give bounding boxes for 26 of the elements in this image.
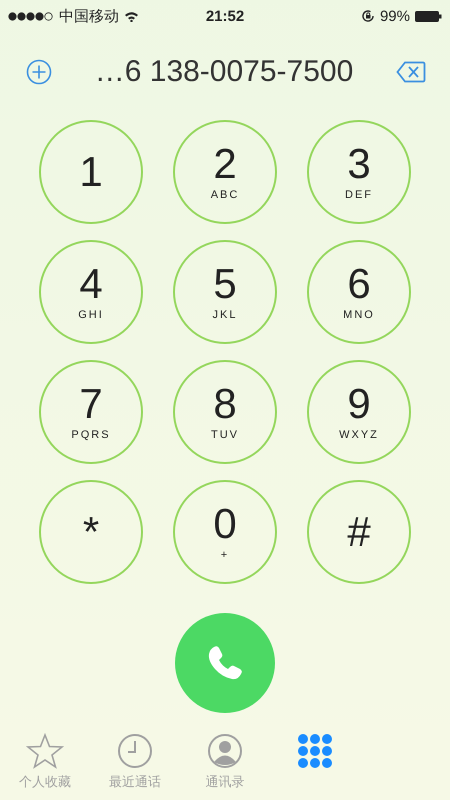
dial-key[interactable]: 3 DEF bbox=[307, 120, 411, 224]
dial-key[interactable]: # bbox=[307, 480, 411, 584]
add-contact-icon[interactable] bbox=[26, 59, 52, 85]
dial-key[interactable]: 8 TUV bbox=[173, 360, 277, 464]
dial-key[interactable]: * bbox=[39, 480, 143, 584]
keypad-icon bbox=[297, 733, 333, 769]
dial-key[interactable]: 7 PQRS bbox=[39, 360, 143, 464]
dial-key[interactable]: 4 GHI bbox=[39, 240, 143, 344]
rotation-lock-icon bbox=[360, 9, 375, 23]
dial-key[interactable]: 0 + bbox=[173, 480, 277, 584]
dial-key[interactable]: 6 MNO bbox=[307, 240, 411, 344]
star-icon bbox=[26, 733, 64, 769]
contact-icon bbox=[207, 733, 243, 769]
battery-percent: 99% bbox=[380, 8, 410, 24]
carrier-name: 中国移动 bbox=[59, 6, 119, 26]
signal-icon bbox=[8, 12, 54, 20]
dial-key[interactable]: 2 ABC bbox=[173, 120, 277, 224]
dial-key[interactable]: 5 JKL bbox=[173, 240, 277, 344]
backspace-icon[interactable] bbox=[396, 61, 426, 83]
clock-icon bbox=[117, 733, 153, 769]
dial-key[interactable]: 9 WXYZ bbox=[307, 360, 411, 464]
dial-key[interactable]: 1 bbox=[39, 120, 143, 224]
dialed-number: …6 138-0075-7500 bbox=[94, 55, 354, 89]
clock-time: 21:52 bbox=[206, 8, 244, 24]
wifi-icon bbox=[124, 10, 139, 22]
battery-icon bbox=[415, 10, 442, 22]
